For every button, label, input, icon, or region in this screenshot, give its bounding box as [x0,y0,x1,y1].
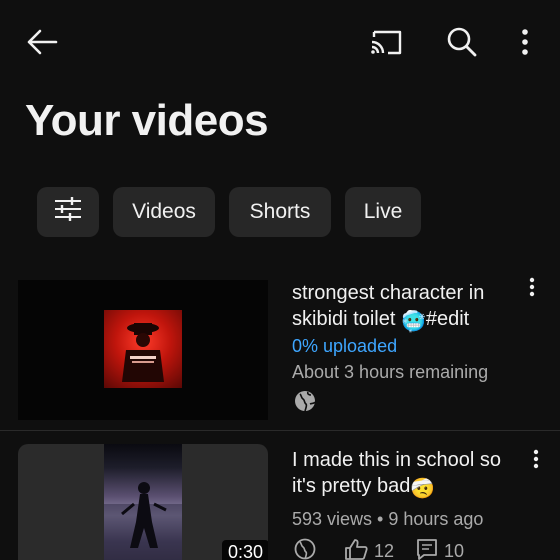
likes-stat: 12 [344,538,394,560]
search-icon[interactable] [440,22,484,62]
bandaged-face-emoji: 🤕 [410,478,436,500]
chip-shorts[interactable]: Shorts [229,187,331,237]
time-remaining: About 3 hours remaining [292,362,489,382]
likes-count: 12 [374,540,395,560]
filter-sliders-icon [53,196,83,228]
video-thumbnail[interactable] [18,280,268,420]
globe-icon [294,390,316,412]
chip-live[interactable]: Live [345,187,421,237]
page-title: Your videos [25,96,269,145]
thumbnail-image [104,444,182,560]
more-vert-icon[interactable] [510,22,540,62]
comments-stat: 10 [416,538,464,560]
visibility [294,538,322,560]
chip-videos[interactable]: Videos [113,187,215,237]
cold-face-emoji: 🥶 [400,311,426,333]
back-arrow-icon[interactable] [22,24,62,60]
cast-icon[interactable] [364,22,408,62]
video-thumbnail[interactable]: 0:30 [18,444,268,560]
video-stats: 12 10 [294,538,486,560]
filter-chip[interactable] [37,187,99,237]
divider [0,430,560,431]
video-meta: 593 views • 9 hours ago [292,509,484,529]
video-title[interactable]: strongest character in skibidi toilet 🥶#… [292,280,520,335]
filter-chips: Videos Shorts Live [37,187,421,239]
globe-icon [294,538,322,560]
comment-icon [416,538,444,560]
top-app-bar [0,0,560,84]
thumb-up-icon [344,538,374,560]
thumbnail-image [104,310,182,388]
upload-status: 0% uploaded [292,336,398,356]
video-title[interactable]: I made this in school so it's pretty bad… [292,447,520,502]
duration-badge: 0:30 [222,540,268,560]
comments-count: 10 [444,540,465,560]
video-options-menu[interactable] [526,444,546,474]
video-options-menu[interactable] [522,272,542,302]
